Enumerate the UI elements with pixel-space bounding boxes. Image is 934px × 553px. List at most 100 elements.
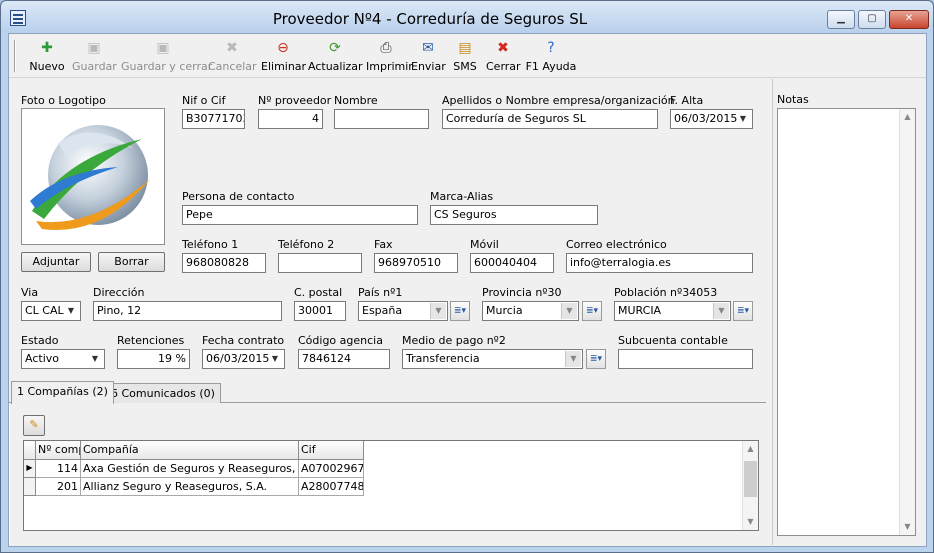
logo-image[interactable] (21, 108, 165, 245)
via-select[interactable]: CL CAL ▼ (21, 301, 81, 321)
edit-pencil-icon: ✎ (29, 418, 39, 431)
num-proveedor-field[interactable]: 4 (258, 109, 323, 129)
list-lookup-icon: ≣▾ (736, 306, 750, 316)
provincia-label: Provincia nº30 (482, 286, 562, 299)
guardar-button[interactable]: ▣ Guardar (72, 38, 117, 76)
grid-cell-cif[interactable]: A07002967 (299, 460, 364, 478)
chevron-down-icon[interactable]: ▼ (430, 303, 446, 319)
adjuntar-button[interactable]: Adjuntar (21, 252, 91, 272)
subcuenta-field[interactable] (618, 349, 753, 369)
maximize-button[interactable]: ▢ (858, 10, 886, 29)
f-alta-value: 06/03/2015 (674, 112, 738, 125)
notes-label: Notas (777, 93, 809, 106)
enviar-label: Enviar (411, 60, 446, 73)
scroll-thumb[interactable] (744, 461, 757, 497)
scroll-up-icon[interactable]: ▲ (743, 441, 758, 457)
grid-cell-compania[interactable]: Allianz Seguro y Reaseguros, S.A. (81, 478, 299, 496)
retenciones-field[interactable]: 19 % (117, 349, 190, 369)
toolbar-grip[interactable] (14, 40, 16, 72)
chevron-down-icon[interactable]: ▼ (565, 351, 581, 367)
chevron-down-icon[interactable]: ▼ (561, 303, 577, 319)
direccion-field[interactable]: Pino, 12 (93, 301, 282, 321)
column-header-cif[interactable]: Cif (299, 441, 364, 460)
movil-label: Móvil (470, 238, 499, 251)
fecha-contrato-date-picker[interactable]: 06/03/2015 ▼ (202, 349, 285, 369)
ayuda-button[interactable]: ? F1 Ayuda (525, 38, 577, 76)
save-close-icon: ▣ (156, 40, 170, 56)
refresh-icon: ⟳ (329, 40, 341, 56)
row-selector[interactable] (24, 478, 36, 496)
nif-field[interactable]: B30771703 (182, 109, 245, 129)
scroll-up-icon[interactable]: ▲ (900, 109, 915, 125)
poblacion-select[interactable]: MURCIA ▼ (614, 301, 731, 321)
apellidos-field[interactable]: Correduría de Seguros SL (442, 109, 658, 129)
chevron-down-icon[interactable]: ▼ (267, 351, 283, 367)
eliminar-button[interactable]: ⊖ Eliminar (261, 38, 306, 76)
persona-contacto-field[interactable]: Pepe (182, 205, 418, 225)
movil-field[interactable]: 600040404 (470, 253, 554, 273)
row-selector-current[interactable]: ▶ (24, 460, 36, 478)
globe-logo-icon (30, 125, 150, 230)
estado-select[interactable]: Activo ▼ (21, 349, 105, 369)
grid-scrollbar[interactable]: ▲ ▼ (742, 441, 758, 530)
sms-button[interactable]: ▤ SMS (452, 38, 478, 76)
chevron-down-icon[interactable]: ▼ (735, 111, 751, 127)
imprimir-button[interactable]: ⎙ Imprimir (366, 38, 413, 76)
telefono1-field[interactable]: 968080828 (182, 253, 266, 273)
logo-label: Foto o Logotipo (21, 94, 106, 107)
minimize-button[interactable]: ▁ (827, 10, 855, 29)
cerrar-button[interactable]: ✖ Cerrar (486, 38, 521, 76)
chevron-down-icon[interactable]: ▼ (63, 303, 79, 319)
provincia-lookup-button[interactable]: ≣▾ (582, 301, 602, 321)
tab-comunicados[interactable]: 6 Comunicados (0) (105, 383, 221, 403)
poblacion-lookup-button[interactable]: ≣▾ (733, 301, 753, 321)
column-header-num[interactable]: Nº comp (36, 441, 81, 460)
pais-label: País nº1 (358, 286, 403, 299)
telefono2-label: Teléfono 2 (278, 238, 335, 251)
edit-company-button[interactable]: ✎ (23, 415, 45, 436)
borrar-button[interactable]: Borrar (98, 252, 165, 272)
telefono2-field[interactable] (278, 253, 362, 273)
persona-contacto-label: Persona de contacto (182, 190, 295, 203)
provincia-select[interactable]: Murcia ▼ (482, 301, 579, 321)
cancelar-button[interactable]: ✖ Cancelar (208, 38, 257, 76)
column-header-compania[interactable]: Compañía (81, 441, 299, 460)
fax-field[interactable]: 968970510 (374, 253, 458, 273)
grid-cell-cif[interactable]: A28007748 (299, 478, 364, 496)
nuevo-button[interactable]: ✚ Nuevo (29, 38, 65, 76)
medio-pago-lookup-button[interactable]: ≣▾ (586, 349, 606, 369)
send-icon: ✉ (422, 40, 434, 56)
f-alta-date-picker[interactable]: 06/03/2015 ▼ (670, 109, 753, 129)
close-window-button[interactable]: ✕ (889, 10, 929, 29)
window: Proveedor Nº4 - Correduría de Seguros SL… (0, 0, 934, 553)
imprimir-label: Imprimir (366, 60, 413, 73)
pais-lookup-button[interactable]: ≣▾ (450, 301, 470, 321)
grid-cell-num[interactable]: 114 (36, 460, 81, 478)
guardar-cerrar-button[interactable]: ▣ Guardar y cerrar (121, 38, 212, 76)
enviar-button[interactable]: ✉ Enviar (411, 38, 446, 76)
poblacion-value: MURCIA (618, 304, 662, 317)
title-bar[interactable]: Proveedor Nº4 - Correduría de Seguros SL… (1, 1, 933, 33)
via-label: Via (21, 286, 39, 299)
codigo-agencia-field[interactable]: 7846124 (298, 349, 390, 369)
tab-strip: 1 Compañías (2) 6 Comunicados (0) (9, 381, 766, 404)
scroll-down-icon[interactable]: ▼ (900, 519, 915, 535)
pais-select[interactable]: España ▼ (358, 301, 448, 321)
notes-scrollbar[interactable]: ▲ ▼ (899, 109, 915, 535)
actualizar-button[interactable]: ⟳ Actualizar (308, 38, 363, 76)
grid-cell-compania[interactable]: Axa Gestión de Seguros y Reaseguros, S.A… (81, 460, 299, 478)
nombre-field[interactable] (334, 109, 429, 129)
cpostal-field[interactable]: 30001 (294, 301, 346, 321)
telefono1-label: Teléfono 1 (182, 238, 239, 251)
marca-alias-field[interactable]: CS Seguros (430, 205, 598, 225)
medio-pago-select[interactable]: Transferencia ▼ (402, 349, 583, 369)
tab-companias[interactable]: 1 Compañías (2) (11, 381, 114, 404)
grid-cell-num[interactable]: 201 (36, 478, 81, 496)
correo-field[interactable]: info@terralogia.es (566, 253, 753, 273)
list-lookup-icon: ≣▾ (585, 306, 599, 316)
notes-textarea[interactable]: ▲ ▼ (777, 108, 916, 536)
scroll-down-icon[interactable]: ▼ (743, 514, 758, 530)
chevron-down-icon[interactable]: ▼ (87, 351, 103, 367)
chevron-down-icon[interactable]: ▼ (713, 303, 729, 319)
estado-label: Estado (21, 334, 59, 347)
